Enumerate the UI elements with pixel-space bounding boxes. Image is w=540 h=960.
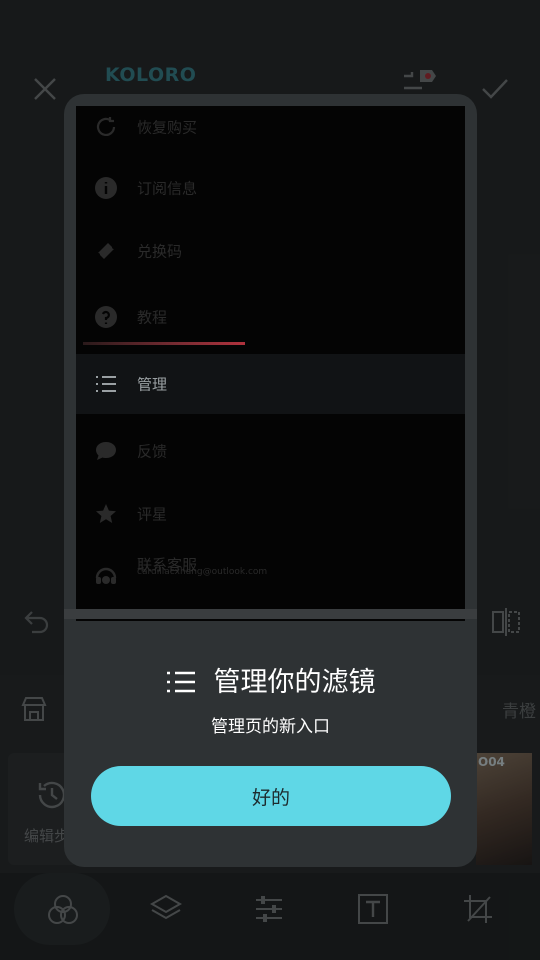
support-icon [94, 564, 118, 588]
list-icon [94, 372, 118, 396]
chat-icon [94, 439, 118, 463]
menu-item-label: 教程 [137, 308, 168, 327]
dialog-title-text: 管理你的滤镜 [213, 667, 376, 698]
restore-icon [94, 115, 118, 139]
ok-button[interactable]: 好的 [91, 766, 451, 826]
list-icon [166, 670, 196, 701]
feature-tip-dialog: 恢复购买 订阅信息 兑换码 教程 管理 反馈 评星 联系客服 cardillac… [64, 94, 477, 867]
info-icon [94, 176, 118, 200]
menu-item-label: 订阅信息 [137, 179, 198, 198]
ticket-icon [94, 239, 118, 263]
menu-item-restore: 恢复购买 [76, 106, 465, 157]
menu-item-label: 反馈 [137, 442, 168, 461]
help-icon [94, 305, 118, 329]
menu-item-tutorial: 教程 [76, 287, 465, 347]
highlight-progress-bar [83, 342, 245, 345]
preview-divider [64, 609, 477, 619]
menu-item-label: 恢复购买 [137, 118, 198, 137]
menu-item-label: 兑换码 [137, 242, 183, 261]
menu-item-label: 评星 [137, 505, 168, 524]
star-icon [94, 502, 118, 526]
menu-item-feedback: 反馈 [76, 421, 465, 481]
dialog-title: 管理你的滤镜 [64, 660, 477, 701]
menu-item-label: 管理 [137, 375, 168, 394]
menu-item-subscription: 订阅信息 [76, 158, 465, 218]
menu-item-contact: 联系客服 [76, 540, 465, 600]
contact-email: cardillacxhang@outlook.com [137, 567, 268, 577]
menu-item-manage: 管理 [76, 354, 465, 414]
dialog-subtitle: 管理页的新入口 [211, 717, 330, 737]
menu-preview: 恢复购买 订阅信息 兑换码 教程 管理 反馈 评星 联系客服 cardillac… [76, 106, 465, 621]
menu-item-rate: 评星 [76, 484, 465, 544]
menu-item-redeem: 兑换码 [76, 221, 465, 281]
